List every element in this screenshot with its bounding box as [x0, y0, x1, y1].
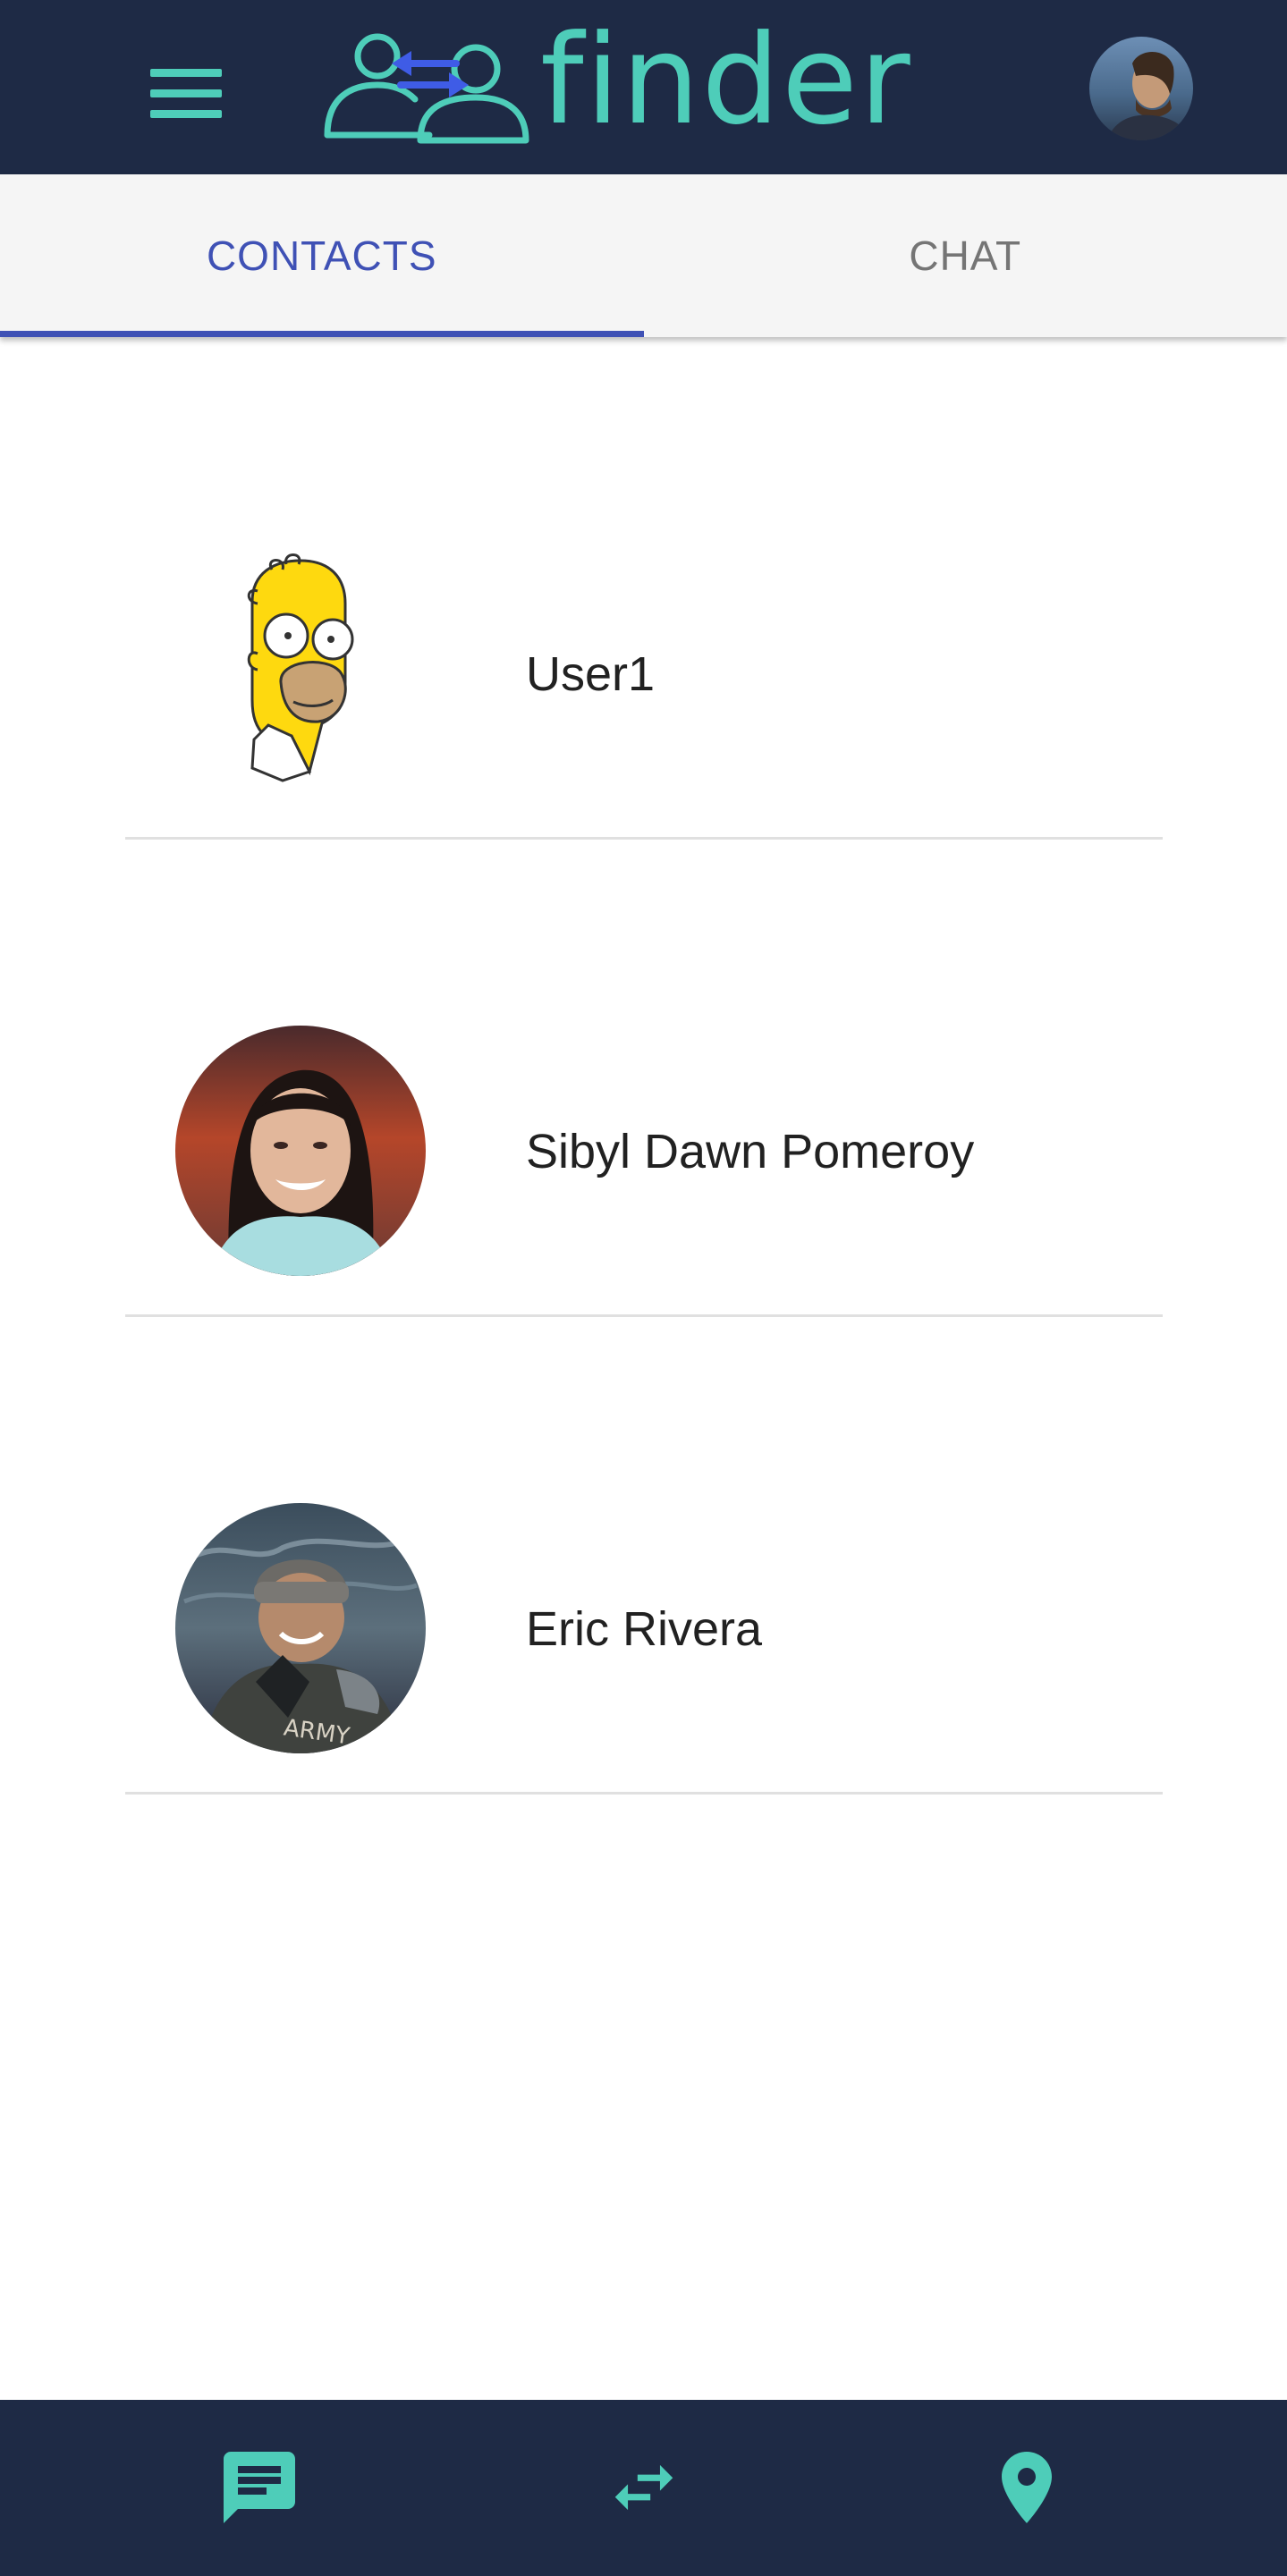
app-name: finder [540, 8, 912, 152]
app-logo: finder [322, 19, 912, 150]
menu-icon[interactable] [150, 55, 258, 131]
profile-avatar[interactable] [1089, 37, 1193, 140]
bottom-navigation [0, 2400, 1287, 2576]
contact-avatar [175, 1026, 426, 1276]
top-app-bar: finder [0, 0, 1287, 174]
tab-bar: CONTACTS CHAT [0, 174, 1287, 337]
location-pin-icon[interactable] [982, 2443, 1071, 2532]
tab-chat[interactable]: CHAT [644, 174, 1287, 337]
contact-list: User1 Sibyl Dawn Pomeroy ARMY Eric River… [125, 362, 1163, 1795]
contact-name: Sibyl Dawn Pomeroy [526, 1125, 975, 1178]
photo-avatar-image [175, 1026, 426, 1276]
contact-avatar: ARMY [175, 1503, 426, 1753]
contact-name: User1 [526, 647, 656, 701]
swap-icon[interactable] [599, 2443, 689, 2532]
menu-icon-bar [150, 68, 222, 77]
contact-list-item[interactable]: ARMY Eric Rivera [125, 1317, 1163, 1795]
tab-contacts[interactable]: CONTACTS [0, 174, 644, 337]
contact-name: Eric Rivera [526, 1602, 763, 1656]
swap-icon-glyph [614, 2464, 673, 2511]
cartoon-avatar-image [247, 553, 354, 782]
menu-icon-bar [150, 109, 222, 118]
menu-icon-bar [150, 89, 222, 97]
contact-list-item[interactable]: User1 [125, 362, 1163, 840]
chat-icon[interactable] [215, 2443, 304, 2532]
people-swap-logo-icon [324, 33, 529, 144]
chat-icon-glyph [224, 2452, 295, 2523]
app-root: finder CONTACTS CHAT User1 Sibyl Dawn Po… [0, 0, 1287, 2576]
contact-list-item[interactable]: Sibyl Dawn Pomeroy [125, 840, 1163, 1317]
profile-avatar-image [1089, 37, 1193, 140]
photo-avatar-image: ARMY [175, 1503, 426, 1753]
location-pin-icon-glyph [1002, 2452, 1052, 2523]
contact-avatar [175, 548, 426, 798]
